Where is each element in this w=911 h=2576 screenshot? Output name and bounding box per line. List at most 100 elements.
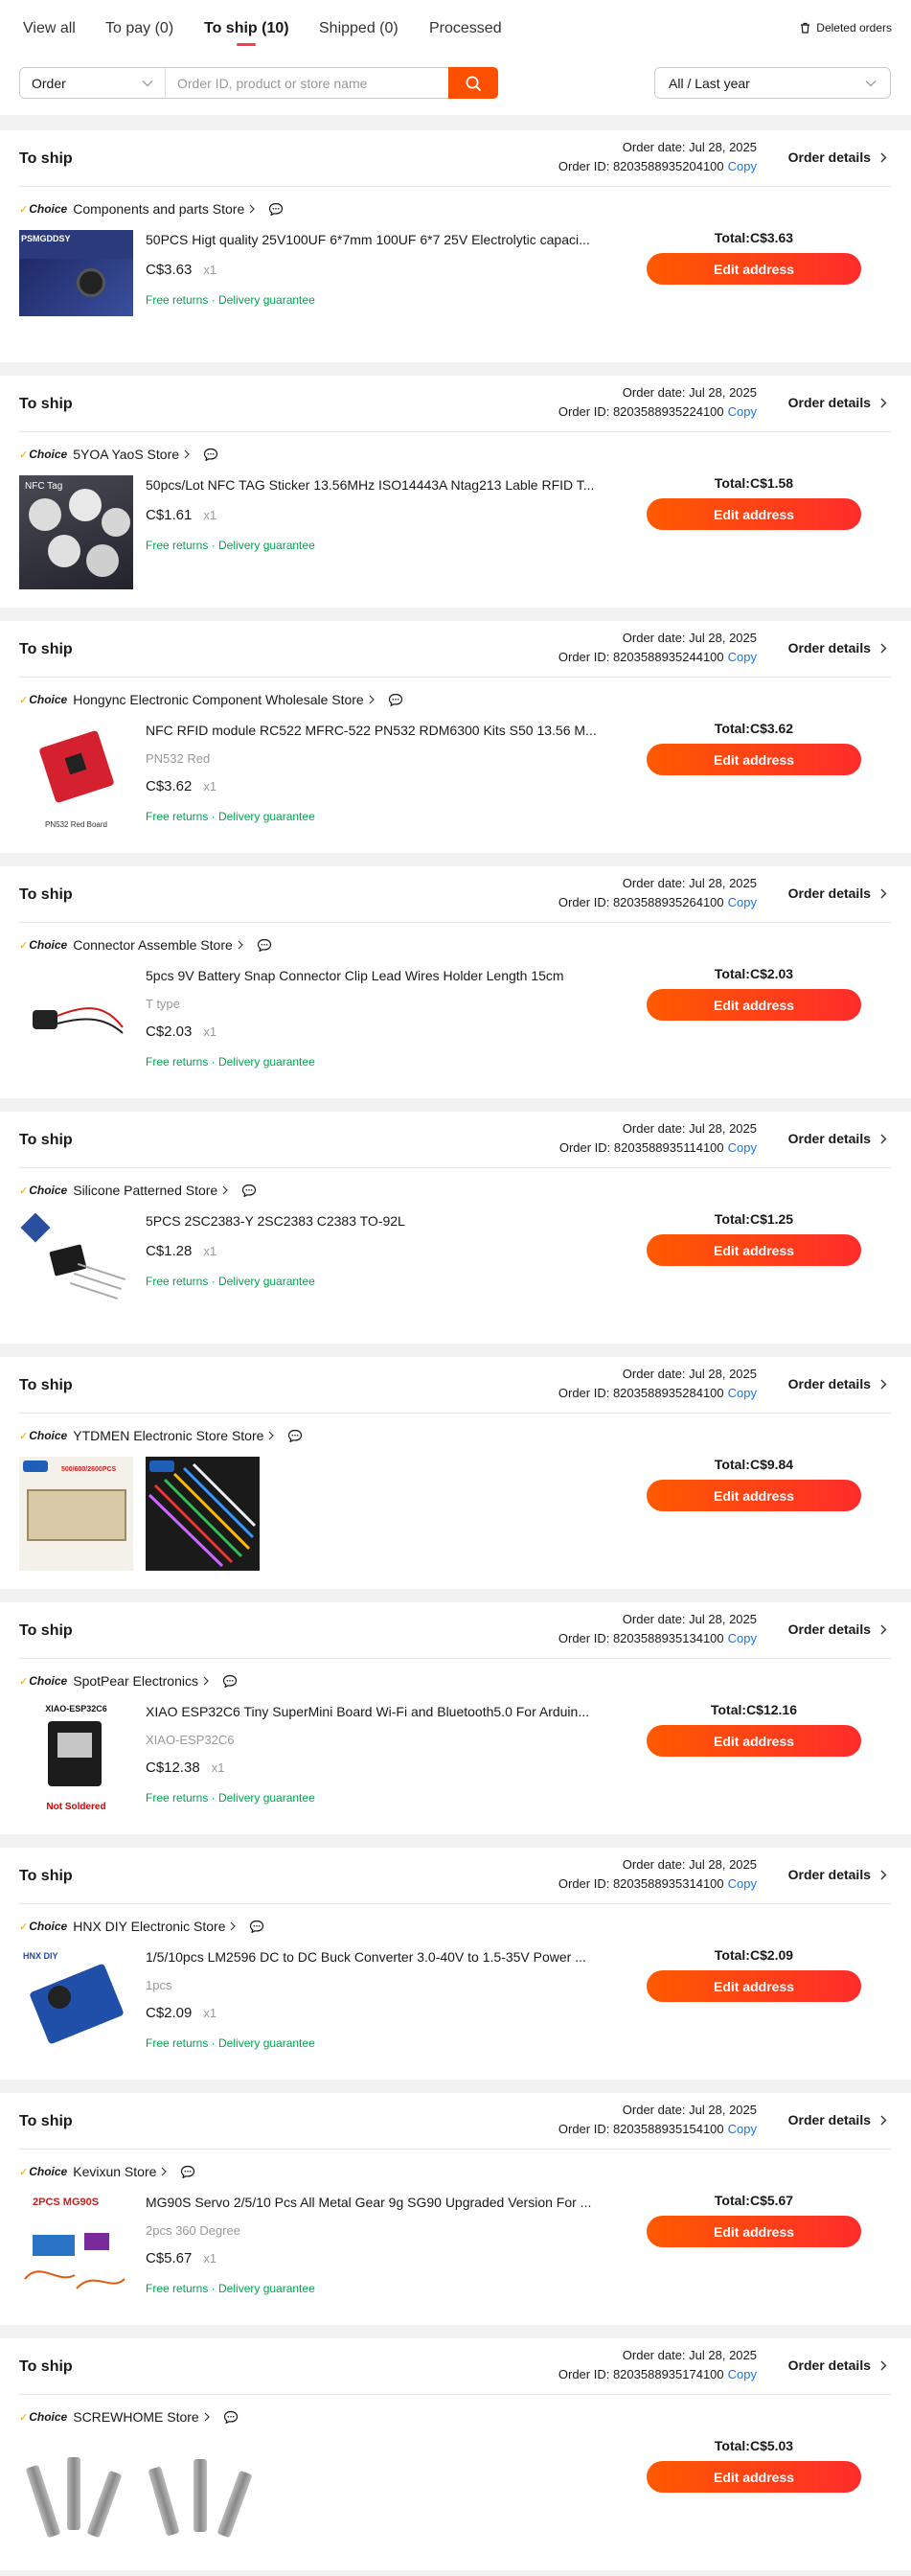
order-meta: Order date: Jul 28, 2025 Order ID: 82035…	[558, 1367, 757, 1400]
copy-order-id-button[interactable]: Copy	[728, 2122, 757, 2136]
store-name-link[interactable]: Kevixun Store	[73, 2164, 156, 2179]
copy-order-id-button[interactable]: Copy	[728, 1631, 757, 1645]
tab-to-ship[interactable]: To ship (10)	[204, 19, 289, 46]
store-name-link[interactable]: Components and parts Store	[73, 201, 244, 217]
tab-processed[interactable]: Processed	[429, 19, 502, 46]
chat-icon[interactable]	[222, 1674, 238, 1689]
product-image[interactable]	[146, 2438, 260, 2552]
search-icon	[466, 76, 481, 91]
chat-icon[interactable]	[287, 1429, 303, 1443]
order-details-link[interactable]: Order details	[788, 1131, 887, 1146]
copy-order-id-button[interactable]: Copy	[728, 404, 757, 419]
product-title[interactable]: 5PCS 2SC2383-Y 2SC2383 C2383 TO-92L	[146, 1211, 604, 1230]
store-name-link[interactable]: HNX DIY Electronic Store	[73, 1919, 225, 1934]
product-image[interactable]: PSMGDDSY	[19, 230, 133, 344]
product-image[interactable]	[19, 2438, 133, 2552]
product-image[interactable]	[19, 1211, 133, 1325]
chevron-down-icon	[142, 80, 153, 86]
top-bar: View all To pay (0) To ship (10) Shipped…	[0, 0, 911, 115]
edit-address-button[interactable]: Edit address	[647, 498, 861, 530]
store-name-link[interactable]: 5YOA YaoS Store	[73, 447, 179, 462]
chat-icon[interactable]	[268, 202, 284, 217]
order-details-link[interactable]: Order details	[788, 886, 887, 901]
order-id: 8203588935244100	[612, 650, 724, 664]
chat-icon[interactable]	[223, 2410, 239, 2425]
tab-to-pay[interactable]: To pay (0)	[105, 19, 173, 46]
order-details-link[interactable]: Order details	[788, 395, 887, 410]
store-name-link[interactable]: Silicone Patterned Store	[73, 1183, 217, 1198]
chevron-right-icon	[880, 152, 887, 162]
edit-address-button[interactable]: Edit address	[647, 253, 861, 285]
order-details-link[interactable]: Order details	[788, 150, 887, 165]
divider	[19, 2394, 892, 2395]
copy-order-id-button[interactable]: Copy	[728, 1386, 757, 1400]
order-details-link[interactable]: Order details	[788, 2112, 887, 2128]
copy-order-id-button[interactable]: Copy	[728, 895, 757, 909]
order-details-link[interactable]: Order details	[788, 1376, 887, 1392]
edit-address-button[interactable]: Edit address	[647, 2216, 861, 2247]
order-date: Jul 28, 2025	[689, 385, 757, 400]
product-price: C$12.38 x1	[146, 1760, 225, 1776]
choice-badge: ✓ Choice	[19, 1674, 68, 1688]
store-name-link[interactable]: Connector Assemble Store	[73, 937, 233, 953]
search-button[interactable]	[448, 67, 498, 99]
order-details-link[interactable]: Order details	[788, 640, 887, 656]
tab-shipped[interactable]: Shipped (0)	[319, 19, 399, 46]
order-status: To ship	[19, 2113, 73, 2129]
product-image[interactable]	[19, 966, 133, 1080]
product-price: C$2.03 x1	[146, 1024, 217, 1040]
copy-order-id-button[interactable]: Copy	[728, 2367, 757, 2381]
product-title[interactable]: 50PCS Higt quality 25V100UF 6*7mm 100UF …	[146, 230, 604, 249]
time-filter-select[interactable]: All / Last year	[654, 67, 891, 99]
copy-order-id-button[interactable]: Copy	[728, 159, 757, 173]
order-status: To ship	[19, 886, 73, 903]
chat-icon[interactable]	[249, 1920, 264, 1934]
product-title[interactable]: 5pcs 9V Battery Snap Connector Clip Lead…	[146, 966, 604, 985]
order-card: To ship Order date: Jul 28, 2025 Order I…	[0, 621, 911, 853]
product-title[interactable]: NFC RFID module RC522 MFRC-522 PN532 RDM…	[146, 721, 604, 740]
store-name-link[interactable]: SCREWHOME Store	[73, 2409, 198, 2425]
edit-address-button[interactable]: Edit address	[647, 1970, 861, 2002]
chat-icon[interactable]	[241, 1184, 257, 1198]
search-input[interactable]	[166, 68, 448, 98]
product-title[interactable]: MG90S Servo 2/5/10 Pcs All Metal Gear 9g…	[146, 2193, 604, 2212]
edit-address-button[interactable]: Edit address	[647, 744, 861, 775]
edit-address-button[interactable]: Edit address	[647, 989, 861, 1021]
deleted-orders-link[interactable]: Deleted orders	[800, 21, 892, 34]
check-icon: ✓	[19, 1184, 29, 1197]
product-image[interactable]: XIAO-ESP32C6 Not Soldered	[19, 1702, 133, 1816]
search-type-select[interactable]: Order	[20, 68, 166, 98]
order-details-link[interactable]: Order details	[788, 1867, 887, 1882]
product-image[interactable]	[146, 1457, 260, 1571]
search-bar: Order	[19, 67, 498, 99]
chat-icon[interactable]	[180, 2165, 195, 2179]
store-name-link[interactable]: SpotPear Electronics	[73, 1673, 198, 1689]
edit-address-button[interactable]: Edit address	[647, 2461, 861, 2493]
product-image[interactable]: NFC Tag	[19, 475, 133, 589]
order-details-link[interactable]: Order details	[788, 2358, 887, 2373]
edit-address-button[interactable]: Edit address	[647, 1234, 861, 1266]
edit-address-button[interactable]: Edit address	[647, 1725, 861, 1757]
tab-view-all[interactable]: View all	[23, 19, 76, 46]
chat-icon[interactable]	[203, 448, 218, 462]
order-total: Total:C$1.25	[714, 1211, 794, 1227]
product-title[interactable]: 50pcs/Lot NFC TAG Sticker 13.56MHz ISO14…	[146, 475, 604, 494]
product-image[interactable]: HNX DIY	[19, 1947, 133, 2061]
product-image[interactable]: 2PCS MG90S	[19, 2193, 133, 2307]
store-name-link[interactable]: Hongync Electronic Component Wholesale S…	[73, 692, 364, 707]
product-title[interactable]: XIAO ESP32C6 Tiny SuperMini Board Wi-Fi …	[146, 1702, 604, 1721]
product-image[interactable]: 500/600/2600PCS	[19, 1457, 133, 1571]
copy-order-id-button[interactable]: Copy	[728, 1876, 757, 1891]
edit-address-button[interactable]: Edit address	[647, 1480, 861, 1511]
store-row: ✓ Choice Silicone Patterned Store	[19, 1181, 257, 1200]
copy-order-id-button[interactable]: Copy	[728, 1140, 757, 1155]
order-details-link[interactable]: Order details	[788, 1622, 887, 1637]
copy-order-id-button[interactable]: Copy	[728, 650, 757, 664]
product-image[interactable]: PN532 Red Board	[19, 721, 133, 835]
product-title[interactable]: 1/5/10pcs LM2596 DC to DC Buck Converter…	[146, 1947, 604, 1966]
order-status: To ship	[19, 1132, 73, 1148]
chat-icon[interactable]	[257, 938, 272, 953]
store-name-link[interactable]: YTDMEN Electronic Store Store	[73, 1428, 263, 1443]
chat-icon[interactable]	[388, 693, 403, 707]
product-sku: T type	[146, 997, 180, 1011]
